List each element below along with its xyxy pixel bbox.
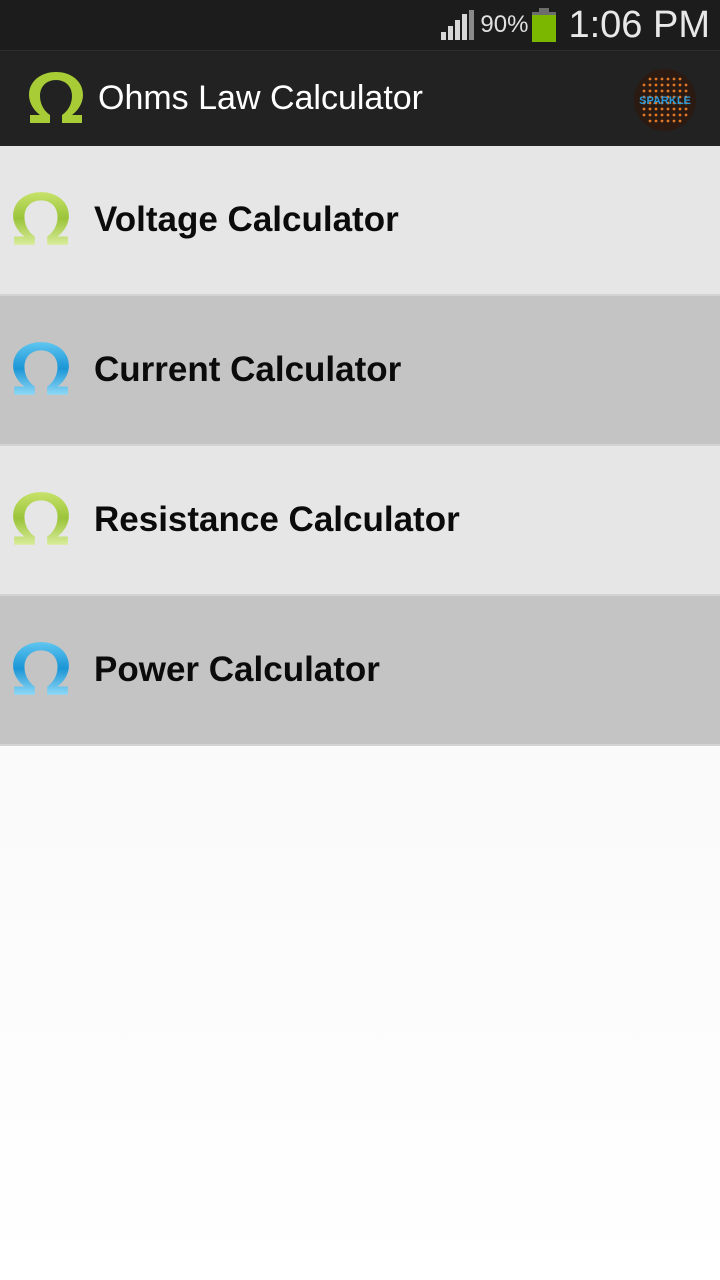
calculator-list: Voltage Calculator Current Calculator Re… <box>0 146 720 746</box>
status-bar: 90% 1:06 PM <box>0 0 720 50</box>
brand-logo-text: SPARKLE <box>639 95 691 107</box>
list-item-label: Voltage Calculator <box>94 200 399 239</box>
omega-app-icon[interactable] <box>26 69 86 129</box>
omega-blue-icon <box>13 342 69 395</box>
battery-percent: 90% <box>480 11 529 38</box>
clock: 1:06 PM <box>568 3 710 46</box>
signal-strength-icon <box>439 10 475 40</box>
action-bar: Ohms Law Calculator SPARKLE <box>0 50 720 146</box>
sparkle-logo-icon[interactable]: SPARKLE <box>632 67 698 133</box>
list-item-current-calculator[interactable]: Current Calculator <box>0 296 720 446</box>
list-item-label: Resistance Calculator <box>94 500 460 539</box>
list-item-voltage-calculator[interactable]: Voltage Calculator <box>0 146 720 296</box>
list-item-resistance-calculator[interactable]: Resistance Calculator <box>0 446 720 596</box>
app-title: Ohms Law Calculator <box>98 79 424 117</box>
battery-icon <box>532 8 557 42</box>
omega-green-icon <box>13 492 69 545</box>
list-item-power-calculator[interactable]: Power Calculator <box>0 596 720 746</box>
omega-green-icon <box>13 192 69 245</box>
list-item-label: Power Calculator <box>94 650 380 689</box>
list-item-label: Current Calculator <box>94 350 402 389</box>
omega-blue-icon <box>13 642 69 695</box>
